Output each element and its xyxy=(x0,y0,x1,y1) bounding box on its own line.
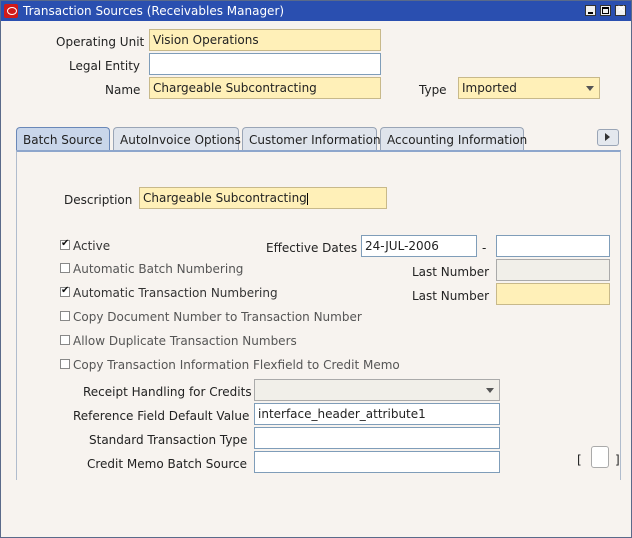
name-label: Name xyxy=(105,83,141,97)
receipt-handling-label: Receipt Handling for Credits xyxy=(83,385,252,399)
type-select[interactable]: Imported xyxy=(458,77,600,99)
active-checkbox[interactable] xyxy=(60,238,70,250)
tab-customer-information[interactable]: Customer Information xyxy=(242,127,381,150)
standard-transaction-type-field[interactable] xyxy=(254,427,500,449)
standard-transaction-type-label: Standard Transaction Type xyxy=(89,433,248,447)
text-cursor xyxy=(306,192,308,205)
last-number-label-batch: Last Number xyxy=(412,265,490,279)
title-bar: Transaction Sources (Receivables Manager… xyxy=(1,1,631,21)
flexfield-close-bracket: ] xyxy=(615,453,620,467)
last-batch-number-field xyxy=(496,259,610,281)
legal-entity-label: Legal Entity xyxy=(69,59,141,73)
type-label: Type xyxy=(419,83,447,97)
type-value: Imported xyxy=(462,81,517,95)
automatic-batch-numbering-label: Automatic Batch Numbering xyxy=(73,262,244,276)
active-label: Active xyxy=(73,239,111,253)
automatic-transaction-numbering-label: Automatic Transaction Numbering xyxy=(73,286,278,300)
reference-field-input[interactable]: interface_header_attribute1 xyxy=(254,403,500,425)
automatic-transaction-numbering-checkbox[interactable] xyxy=(60,285,70,297)
minimize-icon[interactable] xyxy=(585,5,596,16)
window: Transaction Sources (Receivables Manager… xyxy=(0,0,632,538)
effective-to-field[interactable] xyxy=(496,235,610,257)
maximize-icon[interactable] xyxy=(600,5,611,16)
tab-autoinvoice-options[interactable]: AutoInvoice Options xyxy=(113,127,241,150)
copy-flexfield-label: Copy Transaction Information Flexfield t… xyxy=(73,358,400,372)
copy-document-number-label: Copy Document Number to Transaction Numb… xyxy=(73,310,362,324)
description-value: Chargeable Subcontracting xyxy=(143,191,307,205)
close-icon[interactable]: ✕ xyxy=(615,4,626,16)
descriptive-flexfield[interactable] xyxy=(591,446,609,468)
effective-dates-label: Effective Dates xyxy=(266,241,358,255)
window-title: Transaction Sources (Receivables Manager… xyxy=(23,4,285,18)
copy-document-number-checkbox[interactable] xyxy=(60,311,70,321)
flexfield-open-bracket: [ xyxy=(577,453,582,467)
legal-entity-field[interactable] xyxy=(149,53,381,75)
description-label: Description xyxy=(64,193,133,207)
description-field[interactable]: Chargeable Subcontracting xyxy=(139,187,387,209)
date-separator: - xyxy=(482,241,487,255)
automatic-batch-numbering-checkbox[interactable] xyxy=(60,263,70,273)
copy-flexfield-checkbox[interactable] xyxy=(60,359,70,369)
credit-memo-batch-source-field[interactable] xyxy=(254,451,500,473)
tab-accounting-information[interactable]: Accounting Information xyxy=(380,127,527,150)
effective-from-field[interactable]: 24-JUL-2006 xyxy=(361,235,477,257)
name-field[interactable]: Chargeable Subcontracting xyxy=(149,77,381,99)
tab-scroll-right-button[interactable] xyxy=(597,129,619,146)
operating-unit-field[interactable]: Vision Operations xyxy=(149,29,381,51)
chevron-right-icon xyxy=(605,133,610,141)
oracle-logo-icon xyxy=(4,4,18,18)
receipt-handling-select[interactable] xyxy=(254,379,500,401)
credit-memo-batch-source-label: Credit Memo Batch Source xyxy=(87,457,248,471)
last-number-label-transaction: Last Number xyxy=(412,289,490,303)
operating-unit-label: Operating Unit xyxy=(56,35,145,49)
allow-duplicate-numbers-label: Allow Duplicate Transaction Numbers xyxy=(73,334,297,348)
last-transaction-number-field[interactable] xyxy=(496,283,610,305)
tab-batch-source[interactable]: Batch Source xyxy=(16,127,110,150)
reference-field-label: Reference Field Default Value xyxy=(73,409,250,423)
allow-duplicate-numbers-checkbox[interactable] xyxy=(60,335,70,345)
